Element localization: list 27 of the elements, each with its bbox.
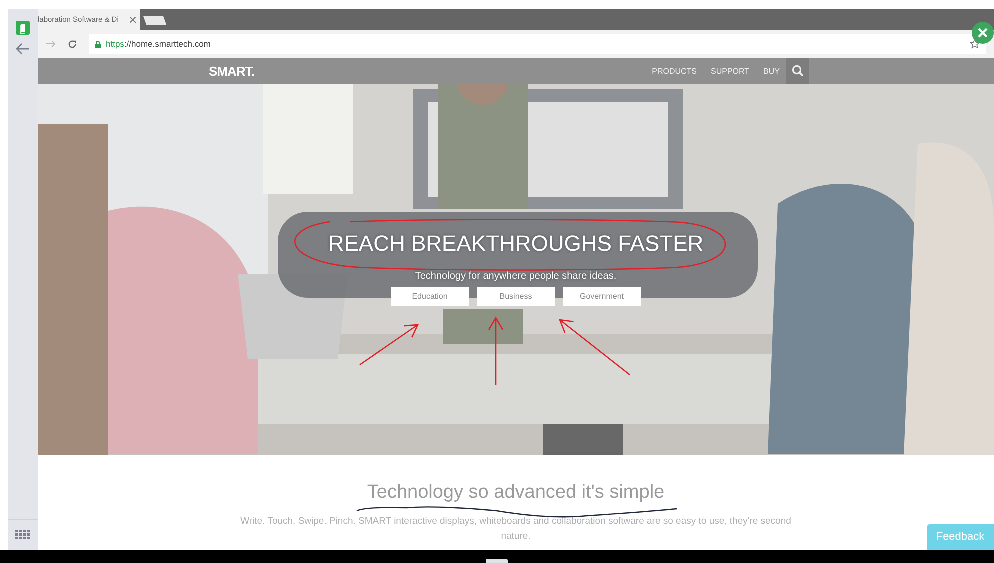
ink-arrow (359, 324, 420, 366)
home-handle[interactable] (486, 559, 508, 563)
close-icon (978, 28, 988, 38)
section-heading: Technology so advanced it's simple (367, 482, 665, 504)
search-button[interactable] (786, 58, 809, 84)
section-text: Write. Touch. Swipe. Pinch. SMART interactive displays, whiteboards and collaboration software are so easy to use, they're second nature. (240, 515, 792, 544)
close-icon[interactable] (130, 16, 136, 22)
category-button[interactable]: Education (391, 287, 469, 306)
hero-subtitle: Technology for anywhere people share ideas. (415, 271, 617, 282)
logo[interactable]: SMART. (209, 64, 254, 78)
star-icon[interactable] (970, 39, 980, 49)
reload-icon[interactable] (68, 40, 77, 48)
search-icon (792, 65, 804, 77)
book-icon[interactable] (16, 21, 30, 35)
nav-link[interactable]: BUY (764, 66, 780, 76)
category-button[interactable]: Business (477, 287, 555, 306)
new-tab-button[interactable] (143, 16, 167, 25)
ink-arrow (488, 316, 504, 386)
address-bar[interactable]: https://home.smarttech.com (89, 34, 986, 54)
nav-link[interactable]: PRODUCTS (652, 66, 698, 76)
category-button[interactable]: Government (563, 287, 641, 306)
back-arrow-icon[interactable] (16, 43, 30, 55)
url-text: https://home.smarttech.com (106, 39, 211, 49)
hero-title: REACH BREAKTHROUGHS FASTER (328, 231, 704, 257)
apps-grid-icon[interactable] (15, 530, 31, 540)
lock-icon (95, 40, 101, 48)
nav-link[interactable]: SUPPORT (711, 66, 750, 76)
